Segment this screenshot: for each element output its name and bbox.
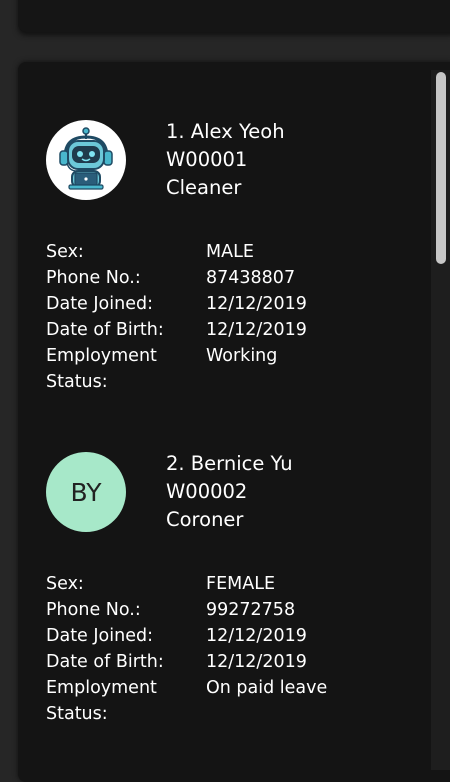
employee-name: 1. Alex Yeoh [166,120,285,143]
phone-label: Phone No.: [46,268,141,288]
robot-avatar-icon [46,120,126,200]
sex-label: Sex: [46,242,84,262]
employment-status-label: Employment Status: [46,678,157,724]
phone-value: 87438807 [206,268,296,288]
date-of-birth-label: Date of Birth: [46,652,164,672]
sex-label: Sex: [46,574,84,594]
date-of-birth-value: 12/12/2019 [206,652,307,672]
date-of-birth-label: Date of Birth: [46,320,164,340]
employee-id: W00002 [166,480,248,503]
date-joined-label: Date Joined: [46,626,153,646]
sex-value: MALE [206,242,254,262]
employment-status-value: Working [206,346,278,366]
employee-id: W00001 [166,148,248,171]
employee-details: Sex: MALE Phone No.: 87438807 Date Joined:… [46,239,426,395]
date-joined-label: Date Joined: [46,294,153,314]
sex-value: FEMALE [206,574,276,594]
date-joined-value: 12/12/2019 [206,294,307,314]
date-of-birth-value: 12/12/2019 [206,320,307,340]
phone-value: 99272758 [206,600,296,620]
employee-list[interactable]: 1. Alex Yeoh W00001 Cleaner Sex: MALE Pho… [18,62,450,782]
date-joined-value: 12/12/2019 [206,626,307,646]
initials-avatar: BY [46,452,126,532]
employee-details: Sex: FEMALE Phone No.: 99272758 Date Joine… [46,571,426,727]
employee-role: Coroner [166,508,244,531]
scrollbar-thumb[interactable] [436,72,446,264]
employment-status-value: On paid leave [206,678,328,698]
employment-status-label: Employment Status: [46,346,157,392]
top-panel [18,0,450,32]
employee-name: 2. Bernice Yu [166,452,293,475]
phone-label: Phone No.: [46,600,141,620]
employee-role: Cleaner [166,176,242,199]
